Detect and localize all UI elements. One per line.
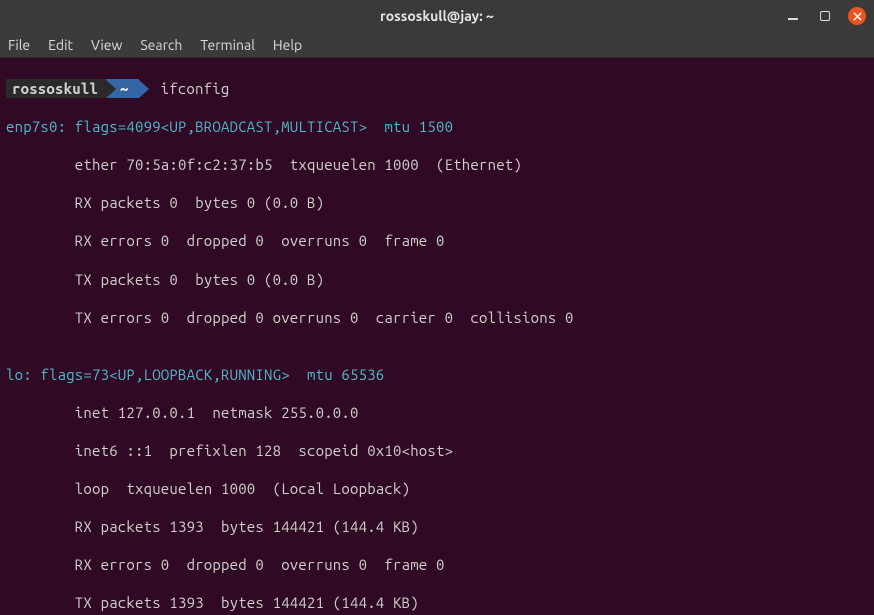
- output-line: inet6 ::1 prefixlen 128 scopeid 0x10<hos…: [6, 441, 868, 460]
- menu-view[interactable]: View: [91, 37, 122, 53]
- window-controls: [784, 7, 866, 25]
- maximize-button[interactable]: [816, 7, 834, 25]
- menubar: File Edit View Search Terminal Help: [0, 32, 874, 58]
- menu-terminal[interactable]: Terminal: [200, 37, 255, 53]
- output-line: RX packets 0 bytes 0 (0.0 B): [6, 193, 868, 212]
- prompt-arrow-icon: [139, 80, 149, 98]
- prompt-user: rossoskull: [6, 79, 106, 98]
- menu-edit[interactable]: Edit: [48, 37, 73, 53]
- output-line: TX errors 0 dropped 0 overruns 0 carrier…: [6, 308, 868, 327]
- command-text: ifconfig: [161, 79, 230, 98]
- output-line: lo: flags=73<UP,LOOPBACK,RUNNING> mtu 65…: [6, 365, 868, 384]
- output-line: enp7s0: flags=4099<UP,BROADCAST,MULTICAS…: [6, 117, 868, 136]
- prompt-arrow-icon: [106, 80, 116, 98]
- output-line: loop txqueuelen 1000 (Local Loopback): [6, 479, 868, 498]
- terminal[interactable]: rossoskull~ifconfig enp7s0: flags=4099<U…: [0, 58, 874, 615]
- output-line: TX packets 1393 bytes 144421 (144.4 KB): [6, 593, 868, 612]
- output-line: TX packets 0 bytes 0 (0.0 B): [6, 270, 868, 289]
- output-line: RX errors 0 dropped 0 overruns 0 frame 0: [6, 555, 868, 574]
- output-line: inet 127.0.0.1 netmask 255.0.0.0: [6, 403, 868, 422]
- output-line: ether 70:5a:0f:c2:37:b5 txqueuelen 1000 …: [6, 155, 868, 174]
- minimize-button[interactable]: [784, 7, 802, 25]
- window-title: rossoskull@jay: ~: [380, 8, 494, 24]
- menu-search[interactable]: Search: [140, 37, 182, 53]
- menu-help[interactable]: Help: [273, 37, 302, 53]
- prompt-line-1: rossoskull~ifconfig: [6, 79, 868, 98]
- titlebar: rossoskull@jay: ~: [0, 0, 874, 32]
- menu-file[interactable]: File: [8, 37, 30, 53]
- output-line: RX errors 0 dropped 0 overruns 0 frame 0: [6, 231, 868, 250]
- close-button[interactable]: [848, 7, 866, 25]
- output-line: RX packets 1393 bytes 144421 (144.4 KB): [6, 517, 868, 536]
